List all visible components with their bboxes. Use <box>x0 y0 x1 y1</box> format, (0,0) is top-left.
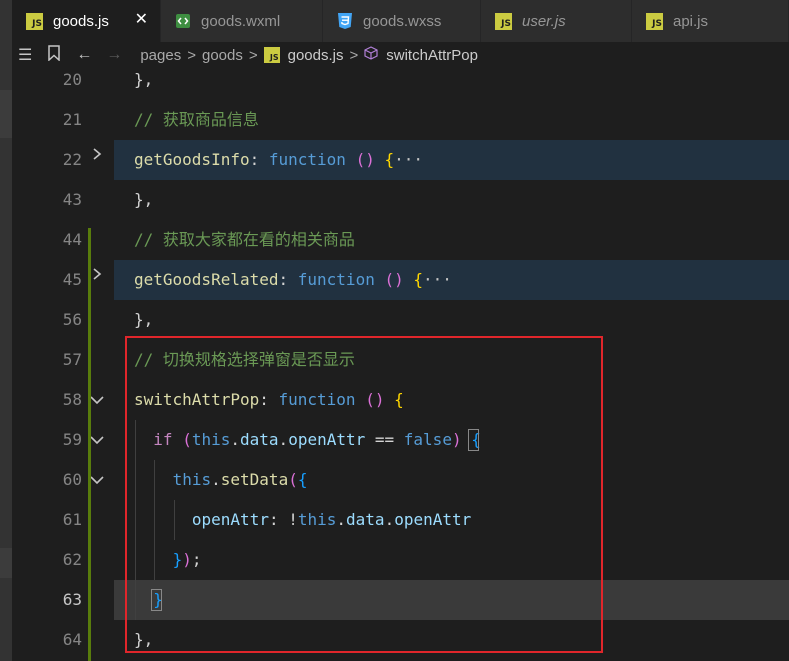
code-token: }, <box>134 190 154 209</box>
code-token: () <box>384 270 404 289</box>
code-token: : <box>249 150 269 169</box>
line-number: 62 <box>62 550 82 569</box>
code-text: getGoodsRelated: function () {··· <box>134 260 452 300</box>
code-area: getGoodsRelated: function () {··· <box>114 260 789 300</box>
js-file-icon: JS <box>646 12 663 30</box>
tab-goods-wxml[interactable]: goods.wxml <box>161 0 323 42</box>
code-token: () <box>355 150 375 169</box>
code-line[interactable]: 20}, <box>12 60 789 100</box>
tab-goods-wxss[interactable]: goods.wxss <box>323 0 481 42</box>
tab-label: goods.wxss <box>363 12 442 30</box>
line-number: 61 <box>62 510 82 529</box>
code-line[interactable]: 44 // 获取大家都在看的相关商品 <box>12 220 789 260</box>
line-number: 56 <box>62 310 82 329</box>
tab-label: goods.wxml <box>201 12 281 30</box>
code-area: }, <box>114 180 789 220</box>
code-area: // 获取商品信息 <box>114 100 789 140</box>
code-token: { <box>413 270 424 289</box>
code-area: getGoodsInfo: function () {··· <box>114 140 789 180</box>
line-number: 63 <box>62 590 82 609</box>
code-text: // 获取大家都在看的相关商品 <box>134 220 355 260</box>
code-area: }, <box>114 60 789 100</box>
code-token: ··· <box>394 150 424 169</box>
code-token: }, <box>134 310 154 329</box>
line-number: 59 <box>62 430 82 449</box>
code-line[interactable]: 43}, <box>12 180 789 220</box>
tab-label: api.js <box>673 12 709 30</box>
code-token: getGoodsInfo <box>134 150 250 169</box>
code-text: }, <box>134 180 153 220</box>
line-number: 57 <box>62 350 82 369</box>
code-token: // 获取大家都在看的相关商品 <box>134 230 355 249</box>
code-token: function <box>297 270 375 289</box>
tab-label: user.js <box>522 12 566 30</box>
activity-bar-item[interactable] <box>0 548 12 578</box>
activity-bar-item[interactable] <box>0 90 12 138</box>
code-line[interactable]: 56}, <box>12 300 789 340</box>
css-file-icon <box>338 13 352 29</box>
code-text: // 获取商品信息 <box>134 100 259 140</box>
line-number: 20 <box>62 70 82 89</box>
chevron-right-icon[interactable] <box>88 134 106 174</box>
line-number: 58 <box>62 390 82 409</box>
code-text: getGoodsInfo: function () {··· <box>134 140 423 180</box>
git-modified-indicator <box>88 228 91 661</box>
code-text: }, <box>134 300 153 340</box>
code-token: ··· <box>423 270 452 289</box>
code-token: { <box>384 150 395 169</box>
code-token: getGoodsRelated <box>134 270 279 289</box>
tab-api-js[interactable]: JS api.js <box>632 0 789 42</box>
line-number: 44 <box>62 230 82 249</box>
tab-label: goods.js <box>53 12 109 30</box>
code-line[interactable]: 21 // 获取商品信息 <box>12 100 789 140</box>
line-number: 45 <box>62 270 82 289</box>
tab-bar: JS goods.js ✕ goods.wxml goods.wxss JS u… <box>12 0 789 42</box>
code-line[interactable]: 22 getGoodsInfo: function () {··· <box>12 140 789 180</box>
code-text: }, <box>134 60 153 100</box>
line-number: 60 <box>62 470 82 489</box>
js-file-icon: JS <box>26 12 43 30</box>
line-number: 21 <box>62 110 82 129</box>
code-area: // 获取大家都在看的相关商品 <box>114 220 789 260</box>
tab-user-js[interactable]: JS user.js <box>481 0 632 42</box>
line-number: 22 <box>62 150 82 169</box>
close-icon[interactable]: ✕ <box>135 11 148 29</box>
wxml-file-icon <box>176 14 190 28</box>
code-token: function <box>268 150 346 169</box>
code-line[interactable]: 45 getGoodsRelated: function () {··· <box>12 260 789 300</box>
line-number: 64 <box>62 630 82 649</box>
code-area: }, <box>114 300 789 340</box>
code-token: // 获取商品信息 <box>134 110 259 129</box>
code-token: : <box>278 270 298 289</box>
code-token: }, <box>134 70 154 89</box>
annotation-highlight-box <box>125 336 603 653</box>
tab-goods-js[interactable]: JS goods.js ✕ <box>12 0 161 42</box>
js-file-icon: JS <box>495 12 512 30</box>
line-number: 43 <box>62 190 82 209</box>
